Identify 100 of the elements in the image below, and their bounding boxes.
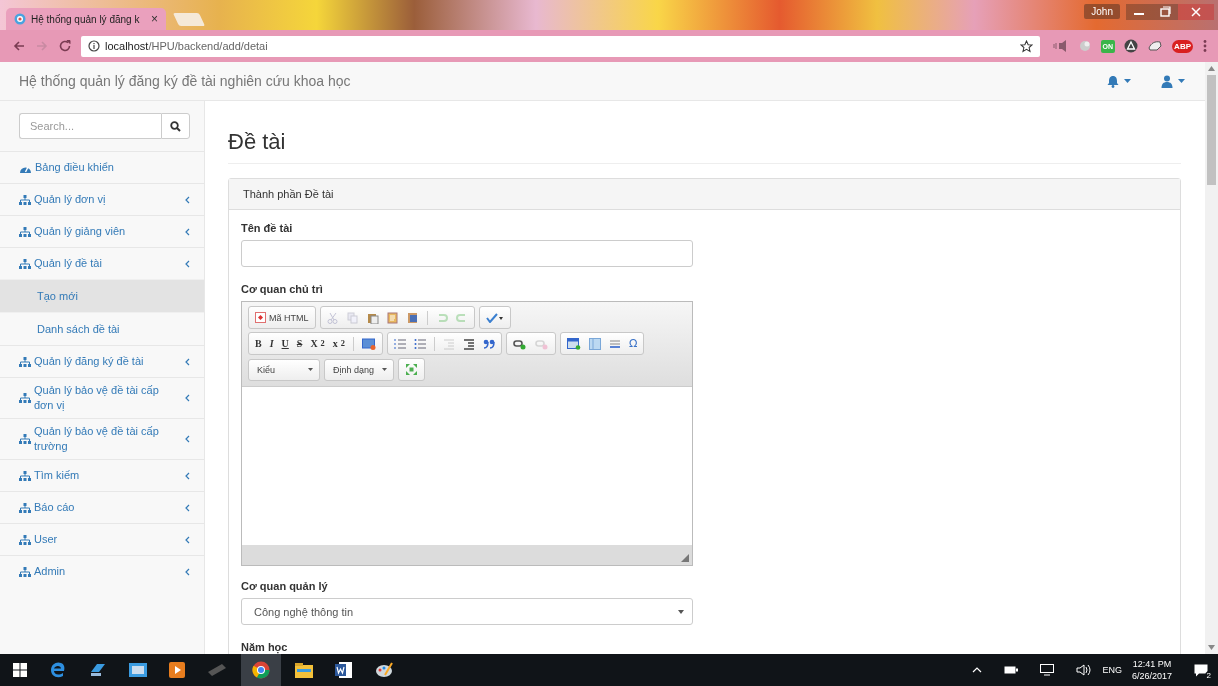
adblock-badge[interactable]: ABP <box>1172 39 1193 53</box>
sidebar-item[interactable]: Quản lý bảo vệ đề tài cấp đơn vị <box>0 377 204 418</box>
horizontal-rule-icon[interactable] <box>608 337 621 350</box>
triangle-icon[interactable] <box>1124 39 1139 53</box>
caret-icon <box>678 609 684 614</box>
caret-icon <box>1178 79 1185 83</box>
format-button[interactable]: B <box>255 338 262 349</box>
format-dropdown[interactable]: Định dạng <box>324 358 394 381</box>
sidebar-item[interactable]: Admin <box>0 555 204 587</box>
input-field[interactable] <box>241 240 693 267</box>
user-menu[interactable] <box>1161 74 1185 88</box>
profile-button[interactable]: John <box>1084 4 1120 19</box>
chevron-left-icon <box>185 471 190 480</box>
sidebar-item[interactable]: User <box>0 523 204 555</box>
more-icon[interactable] <box>1202 39 1208 53</box>
chevron-left-icon <box>185 535 190 544</box>
format-button[interactable]: U <box>281 338 289 349</box>
scroll-up-icon[interactable] <box>1208 66 1215 71</box>
message-icon <box>1194 663 1208 677</box>
windows-start-icon[interactable] <box>13 663 27 677</box>
sidebar-item[interactable]: Quản lý đơn vị <box>0 183 204 215</box>
select-field[interactable]: Công nghệ thông tin <box>241 598 693 625</box>
bullet-list-icon[interactable] <box>413 337 426 350</box>
chevron-left-icon <box>185 227 190 236</box>
field-label: Cơ quan quản lý <box>241 580 329 592</box>
sitemap-icon <box>19 502 31 513</box>
sitemap-icon <box>19 393 31 403</box>
tray-chevron-icon[interactable] <box>972 667 983 673</box>
network-icon[interactable] <box>1040 664 1055 676</box>
close-icon[interactable] <box>1178 4 1214 20</box>
volume-icon[interactable] <box>1076 664 1093 676</box>
paint-icon[interactable] <box>375 661 393 679</box>
address-bar[interactable]: localhost/HPU/backend/add/detai <box>81 35 1040 57</box>
maximize-icon[interactable] <box>405 363 418 376</box>
media-player-icon[interactable] <box>169 662 185 678</box>
sitemap-icon <box>19 566 31 577</box>
tab-title: Hệ thống quản lý đăng k <box>31 13 141 25</box>
photos-icon[interactable] <box>129 663 147 677</box>
numbered-list-icon[interactable] <box>393 337 406 350</box>
reload-icon[interactable] <box>58 39 72 53</box>
sidebar-item[interactable]: Tìm kiếm <box>0 459 204 491</box>
sidebar-item[interactable]: Báo cáo <box>0 491 204 523</box>
back-icon[interactable] <box>12 39 26 53</box>
search-field[interactable]: Search... <box>19 113 161 139</box>
image-icon[interactable] <box>361 337 376 350</box>
sidebar-subitem[interactable]: Tạo mới <box>0 279 204 312</box>
word-icon[interactable] <box>335 661 353 679</box>
battery-icon[interactable] <box>1004 666 1019 674</box>
sitemap-icon <box>19 470 31 481</box>
sitemap-icon <box>19 226 31 237</box>
tab-close-button[interactable]: × <box>151 12 158 26</box>
browser-tab[interactable]: Hệ thống quản lý đăng k × <box>6 8 166 30</box>
browser-e-icon[interactable] <box>49 661 67 679</box>
sidebar-item[interactable]: Quản lý giảng viên <box>0 215 204 247</box>
paste-text-icon[interactable] <box>386 311 399 324</box>
format-button[interactable]: I <box>269 338 274 349</box>
paste-icon[interactable] <box>366 311 379 324</box>
sidebar-item[interactable]: Quản lý đăng ký đề tài <box>0 345 204 377</box>
chevron-left-icon <box>185 435 190 443</box>
field-label: Năm học <box>241 641 289 653</box>
app-title[interactable]: Hệ thống quản lý đăng ký đề tài nghiên cứu khoa học <box>19 73 351 89</box>
speaker-icon[interactable] <box>1052 39 1069 53</box>
format-button[interactable]: S <box>296 338 303 349</box>
spellcheck-icon[interactable] <box>485 312 504 323</box>
indent-icon[interactable] <box>462 337 475 350</box>
quote-icon[interactable] <box>482 337 495 350</box>
language-indicator[interactable]: ENG <box>1102 665 1122 675</box>
style-dropdown[interactable]: Kiểu <box>248 358 320 381</box>
chevron-left-icon <box>185 357 190 366</box>
sitemap-icon <box>19 258 31 269</box>
chevron-left-icon <box>185 259 190 268</box>
caret-icon <box>308 368 313 371</box>
user-icon <box>1161 74 1173 88</box>
restore-icon[interactable] <box>1152 4 1178 20</box>
link-icon[interactable] <box>512 337 527 350</box>
scrollbar-thumb[interactable] <box>1207 75 1216 185</box>
sidebar-item[interactable]: Quản lý bảo vệ đề tài cấp trường <box>0 418 204 459</box>
template-icon[interactable] <box>588 337 601 350</box>
sidebar-item[interactable]: Bảng điều khiển <box>0 151 204 183</box>
clock[interactable]: 12:41 PM 6/26/2017 <box>1131 658 1172 682</box>
special-character-button[interactable]: Ω <box>628 337 638 350</box>
sidebar-subitem[interactable]: Danh sách đề tài <box>0 312 204 345</box>
star-icon[interactable] <box>1019 39 1033 53</box>
minimize-icon[interactable] <box>1126 4 1152 20</box>
folder-icon[interactable] <box>295 662 313 678</box>
caret-icon <box>1124 79 1131 83</box>
site-logo-icon <box>14 13 26 25</box>
resize-handle-icon[interactable] <box>681 554 689 562</box>
panel-title: Thành phần Đề tài <box>243 188 334 200</box>
table-icon[interactable] <box>566 337 581 350</box>
chrome-taskbar-button[interactable] <box>241 654 281 686</box>
search-button[interactable] <box>161 113 190 139</box>
chevron-left-icon <box>185 195 190 204</box>
scroll-down-icon[interactable] <box>1208 645 1215 650</box>
notification-count: 2 <box>1204 670 1213 681</box>
scrollbar[interactable] <box>1205 62 1218 654</box>
sitemap-icon <box>19 194 31 205</box>
notifications-menu[interactable] <box>1107 74 1131 88</box>
paste-word-icon[interactable] <box>406 311 419 324</box>
source-icon <box>255 312 266 323</box>
